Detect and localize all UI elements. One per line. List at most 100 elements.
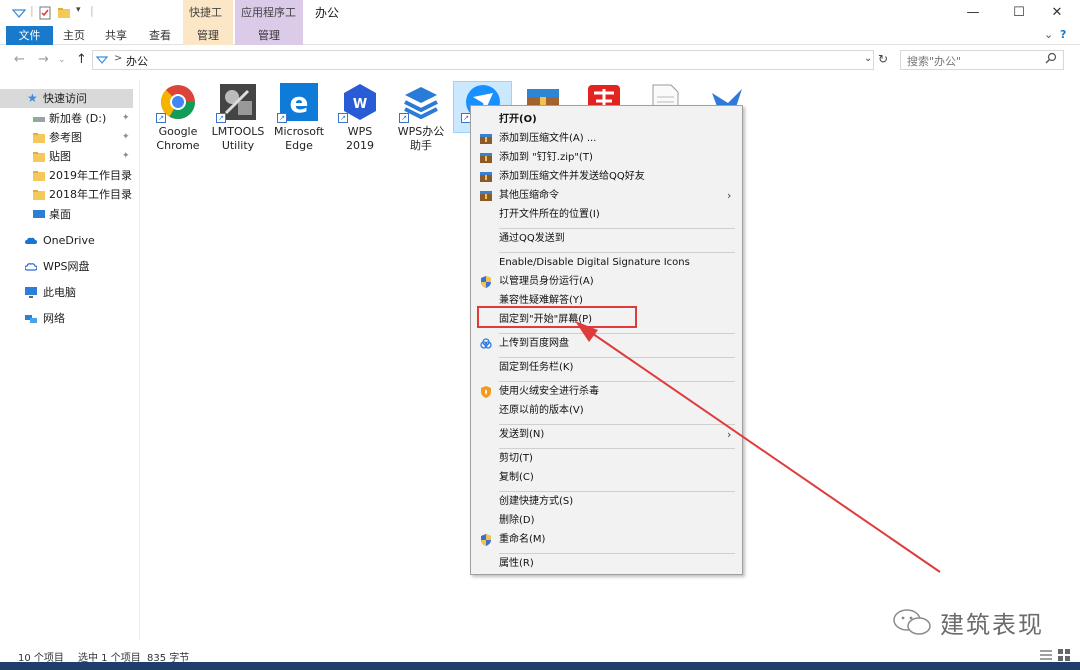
shortcut-arrow-icon: ↗	[399, 113, 409, 123]
menu-item-delete[interactable]: 删除(D)	[471, 512, 742, 530]
menu-item-properties[interactable]: 属性(R)	[471, 555, 742, 573]
menu-item-huorong-scan[interactable]: 使用火绒安全进行杀毒	[471, 383, 742, 401]
menu-item-label: 上传到百度网盘	[499, 338, 569, 349]
file-item[interactable]: ↗ WPS办公 助手	[394, 83, 448, 153]
file-item[interactable]: W ↗ WPS 2019	[333, 83, 387, 153]
sidebar-item-drive-d[interactable]: 新加卷 (D:) ✦	[0, 109, 133, 128]
menu-item-upload-baidu[interactable]: 上传到百度网盘	[471, 335, 742, 353]
recent-locations-icon[interactable]: ⌄	[58, 55, 66, 65]
menu-item-archive-send-qq[interactable]: 添加到压缩文件并发送给QQ好友	[471, 168, 742, 186]
menu-item-add-archive[interactable]: 添加到压缩文件(A) ...	[471, 130, 742, 148]
menu-item-run-as-admin[interactable]: 以管理员身份运行(A)	[471, 273, 742, 291]
tab-share[interactable]: 共享	[98, 26, 134, 45]
sidebar-item-wps-cloud[interactable]: WPS网盘	[0, 257, 133, 276]
sidebar-item-textures[interactable]: 贴图 ✦	[0, 147, 133, 166]
menu-item-label: 其他压缩命令	[499, 190, 559, 201]
sidebar-item-label: 贴图	[49, 150, 71, 163]
tab-manage-quick[interactable]: 管理	[183, 26, 233, 45]
search-placeholder: 搜索"办公"	[907, 55, 962, 68]
menu-item-rename[interactable]: 重命名(M)	[471, 531, 742, 549]
sidebar-item-label: OneDrive	[43, 234, 95, 247]
menu-item-send-via-qq[interactable]: 通过QQ发送到	[471, 230, 742, 248]
cloud-icon	[25, 237, 37, 244]
file-label: WPS 2019	[346, 125, 374, 152]
new-folder-icon[interactable]	[57, 6, 71, 20]
folder-icon	[33, 133, 45, 143]
cloud-icon	[25, 263, 37, 271]
back-button[interactable]: ←	[14, 52, 25, 67]
sidebar-item-label: 参考图	[49, 131, 82, 144]
file-item[interactable]: ↗ LMTOOLS Utility	[211, 83, 265, 153]
menu-item-pin-taskbar[interactable]: 固定到任务栏(K)	[471, 359, 742, 377]
sidebar-item-this-pc[interactable]: 此电脑	[0, 283, 133, 302]
tab-view[interactable]: 查看	[142, 26, 178, 45]
menu-item-cut[interactable]: 剪切(T)	[471, 450, 742, 468]
menu-separator	[499, 252, 735, 253]
sidebar-item-label: 2018年工作目录	[49, 188, 132, 201]
sidebar-item-label: 桌面	[49, 208, 71, 221]
forward-button[interactable]: →	[38, 52, 49, 67]
menu-item-label: 添加到 "钉钉.zip"(T)	[499, 152, 593, 163]
sidebar-item-quick-access[interactable]: ★ 快速访问	[0, 89, 133, 108]
winrar-icon	[480, 153, 492, 163]
address-dropdown-icon[interactable]: ⌄	[864, 53, 872, 64]
large-icons-view-icon[interactable]	[1058, 649, 1070, 661]
shortcut-arrow-icon: ↗	[277, 113, 287, 123]
tab-home[interactable]: 主页	[56, 26, 92, 45]
watermark-text: 建筑表现	[940, 611, 1044, 639]
file-label: Edge	[285, 139, 313, 152]
up-button[interactable]: ↑	[76, 52, 87, 67]
menu-item-create-shortcut[interactable]: 创建快捷方式(S)	[471, 493, 742, 511]
close-button[interactable]: ✕	[1034, 0, 1080, 26]
menu-separator	[499, 448, 735, 449]
menu-item-open[interactable]: 打开(O)	[471, 111, 742, 129]
menu-item-other-compress[interactable]: 其他压缩命令 ›	[471, 187, 742, 205]
computer-icon	[25, 287, 37, 298]
menu-item-copy[interactable]: 复制(C)	[471, 469, 742, 487]
customize-qa-icon[interactable]: ▾	[76, 5, 81, 15]
menu-item-add-to-zip[interactable]: 添加到 "钉钉.zip"(T)	[471, 149, 742, 167]
menu-item-digital-signature[interactable]: Enable/Disable Digital Signature Icons	[471, 254, 742, 272]
expand-ribbon-icon[interactable]: ⌄	[1044, 28, 1053, 41]
properties-icon[interactable]	[38, 6, 52, 20]
shield-icon	[481, 276, 491, 288]
refresh-button[interactable]: ↻	[878, 52, 888, 66]
sidebar-item-2019-work[interactable]: 2019年工作目录 ✦	[0, 166, 133, 185]
menu-item-send-to[interactable]: 发送到(N) ›	[471, 426, 742, 444]
winrar-icon	[480, 134, 492, 144]
menu-item-label: 添加到压缩文件并发送给QQ好友	[499, 171, 645, 182]
sidebar-item-reference[interactable]: 参考图 ✦	[0, 128, 133, 147]
menu-item-label: Enable/Disable Digital Signature Icons	[499, 257, 690, 268]
details-view-icon[interactable]	[1040, 649, 1052, 661]
tab-manage-app[interactable]: 管理	[235, 26, 303, 45]
folder-nav-icon[interactable]	[12, 6, 26, 20]
network-icon	[25, 315, 37, 323]
sidebar-item-desktop[interactable]: 桌面	[0, 205, 133, 224]
pin-icon: ✦	[122, 189, 130, 199]
menu-separator	[499, 357, 735, 358]
menu-separator	[499, 491, 735, 492]
breadcrumb-current[interactable]: 办公	[126, 53, 148, 69]
navigation-pane: ★ 快速访问 新加卷 (D:) ✦ 参考图 ✦ 贴图 ✦ 2019年工作目录 ✦…	[0, 80, 140, 640]
tab-file[interactable]: 文件	[6, 26, 53, 45]
winrar-icon	[480, 172, 492, 182]
menu-item-label: 打开文件所在的位置(I)	[499, 209, 600, 220]
address-bar[interactable]	[92, 50, 874, 70]
sidebar-item-onedrive[interactable]: OneDrive	[0, 231, 133, 250]
search-icon[interactable]	[1045, 52, 1057, 64]
file-label: WPS办公	[397, 125, 445, 138]
pin-icon: ✦	[122, 132, 130, 142]
file-item[interactable]: ↗ Google Chrome	[151, 83, 205, 153]
taskbar-edge	[0, 662, 1080, 670]
help-icon[interactable]: ?	[1060, 28, 1066, 41]
sidebar-item-network[interactable]: 网络	[0, 309, 133, 328]
menu-item-label: 重命名(M)	[499, 534, 546, 545]
minimize-button[interactable]: —	[950, 0, 996, 26]
menu-item-open-location[interactable]: 打开文件所在的位置(I)	[471, 206, 742, 224]
shortcut-arrow-icon: ↗	[156, 113, 166, 123]
menu-item-restore-versions[interactable]: 还原以前的版本(V)	[471, 402, 742, 420]
sidebar-item-2018-work[interactable]: 2018年工作目录 ✦	[0, 185, 133, 204]
winrar-icon	[480, 191, 492, 201]
menu-item-label: 使用火绒安全进行杀毒	[499, 386, 599, 397]
file-item[interactable]: e ↗ Microsoft Edge	[272, 83, 326, 153]
